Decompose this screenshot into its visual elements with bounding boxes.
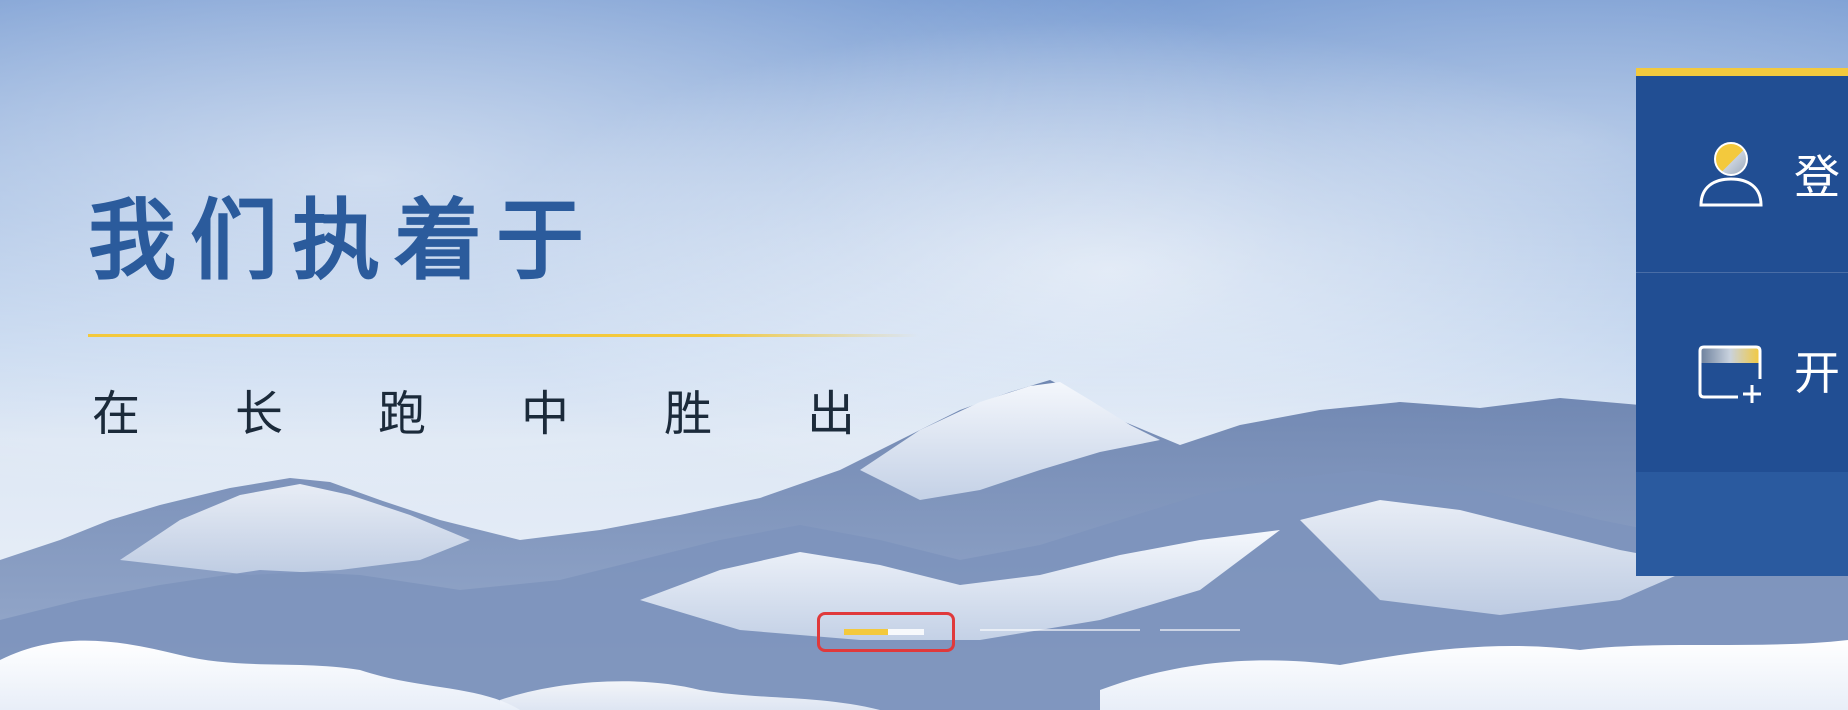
headline-divider — [88, 334, 918, 337]
carousel-indicator-inactive[interactable] — [980, 629, 1140, 631]
hero-headline: 我们执着于 — [88, 189, 599, 292]
mountain-background — [0, 380, 1848, 710]
hero-subline: 在 长 跑 中 胜 出 — [92, 382, 950, 446]
subline-char: 中 — [521, 386, 570, 442]
subline-char: 出 — [807, 386, 856, 442]
login-button[interactable]: 登 — [1636, 76, 1848, 273]
open-account-label: 开 — [1794, 346, 1840, 400]
carousel-progress-track — [844, 629, 924, 635]
carousel-progress-fill — [844, 629, 888, 635]
subline-char: 跑 — [378, 386, 427, 442]
subline-char: 长 — [235, 386, 284, 442]
open-account-button[interactable]: 开 — [1636, 272, 1848, 468]
subline-char: 胜 — [664, 386, 713, 442]
side-action-panel: 登 开 — [1636, 68, 1848, 576]
side-panel-footer — [1636, 472, 1848, 576]
hero-banner: 我们执着于 在 长 跑 中 胜 出 登 开 — [0, 0, 1848, 710]
card-add-icon — [1698, 345, 1762, 403]
carousel-indicator-active[interactable] — [817, 612, 955, 652]
login-label: 登 — [1794, 150, 1840, 204]
subline-char: 在 — [92, 386, 141, 442]
user-icon — [1699, 142, 1763, 207]
carousel-indicator-inactive[interactable] — [1160, 629, 1240, 631]
